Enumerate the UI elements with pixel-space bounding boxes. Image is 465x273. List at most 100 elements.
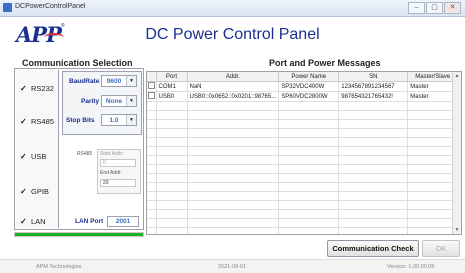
ok-button[interactable]: OK: [422, 240, 460, 257]
empty-cell: [407, 146, 459, 156]
empty-cell: [187, 119, 280, 129]
addr-cell: NaN: [187, 81, 280, 92]
row-checkbox[interactable]: [147, 92, 155, 99]
column-header-port[interactable]: Port: [156, 72, 188, 82]
empty-table-row: [147, 110, 459, 120]
empty-cell: [147, 110, 157, 120]
scroll-down-icon[interactable]: ▼: [453, 226, 461, 234]
master-slave-cell: Master: [407, 91, 459, 102]
empty-cell: [278, 137, 340, 147]
empty-cell: [278, 110, 340, 120]
rs232-option[interactable]: ✓ RS232: [20, 84, 54, 93]
window-title-bar: DCPowerControlPanel – ▢ ✕: [0, 0, 465, 17]
empty-table-row: [147, 164, 459, 174]
baudrate-select[interactable]: 9600 ▼: [101, 75, 137, 87]
communication-panel: ✓ RS232 ✓ RS485 ✓ USB ✓ GPIB ✓ LAN BaudR…: [14, 68, 144, 230]
column-header-power-name[interactable]: Power Name: [278, 72, 340, 82]
serial-settings-box: BaudRate 9600 ▼ Parity None ▼ Stop Bits …: [62, 71, 142, 135]
empty-cell: [147, 146, 157, 156]
empty-cell: [407, 227, 459, 234]
empty-cell: [338, 200, 409, 210]
empty-cell: [338, 218, 409, 228]
empty-cell: [407, 182, 459, 192]
lan-port-input[interactable]: 2001: [107, 216, 139, 227]
empty-table-row: [147, 182, 459, 192]
empty-cell: [147, 128, 157, 138]
table-scrollbar[interactable]: ▲ ▼: [452, 72, 461, 234]
empty-table-row: [147, 200, 459, 210]
table-row[interactable]: COM1 NaN SP32VDC400W 1234567891234567 Master: [147, 81, 459, 92]
empty-cell: [407, 209, 459, 219]
rs485-address-box: Start Addr: 0 End Addr: 20: [97, 149, 141, 194]
empty-cell: [187, 155, 280, 165]
empty-cell: [187, 191, 280, 201]
empty-cell: [147, 182, 157, 192]
empty-cell: [156, 110, 188, 120]
close-button[interactable]: ✕: [444, 2, 461, 14]
lan-option[interactable]: ✓ LAN: [20, 217, 46, 226]
maximize-button[interactable]: ▢: [426, 2, 443, 14]
empty-cell: [147, 191, 157, 201]
empty-cell: [407, 137, 459, 147]
empty-table-row: [147, 155, 459, 165]
minimize-button[interactable]: –: [408, 2, 425, 14]
table-row[interactable]: USB0 USB0::0x0652::0x0201::98765... SP60VD…: [147, 91, 459, 102]
empty-cell: [187, 137, 280, 147]
check-icon: ✓: [20, 117, 27, 126]
empty-cell: [278, 173, 340, 183]
footer-company: APM Technologies: [36, 264, 82, 270]
empty-cell: [407, 155, 459, 165]
progress-fill: [15, 233, 143, 236]
column-header-addr[interactable]: Addr.: [187, 72, 280, 82]
empty-cell: [338, 191, 409, 201]
parity-select[interactable]: None ▼: [101, 95, 137, 107]
empty-table-row: [147, 218, 459, 228]
empty-cell: [407, 200, 459, 210]
row-select[interactable]: [147, 91, 157, 102]
empty-table-row: [147, 119, 459, 129]
empty-cell: [156, 137, 188, 147]
empty-cell: [147, 209, 157, 219]
empty-cell: [278, 182, 340, 192]
rs485-option[interactable]: ✓ RS485: [20, 117, 54, 126]
communication-section-title: Communication Selection: [22, 58, 133, 68]
end-address-input[interactable]: 20: [100, 179, 136, 187]
scroll-up-icon[interactable]: ▲: [453, 72, 461, 80]
empty-cell: [187, 110, 280, 120]
empty-cell: [338, 227, 409, 234]
empty-cell: [278, 146, 340, 156]
empty-cell: [407, 218, 459, 228]
empty-cell: [338, 173, 409, 183]
empty-cell: [338, 164, 409, 174]
empty-cell: [156, 101, 188, 111]
column-header-sn[interactable]: SN: [338, 72, 409, 82]
empty-cell: [147, 164, 157, 174]
column-header-master-slave[interactable]: Master/Slave: [407, 72, 459, 82]
empty-cell: [187, 101, 280, 111]
empty-cell: [407, 101, 459, 111]
empty-cell: [156, 173, 188, 183]
empty-cell: [407, 164, 459, 174]
empty-cell: [278, 218, 340, 228]
row-checkbox[interactable]: [147, 82, 155, 89]
empty-cell: [187, 200, 280, 210]
interface-checklist: ✓ RS232 ✓ RS485 ✓ USB ✓ GPIB ✓ LAN: [16, 70, 59, 228]
communication-check-button[interactable]: Communication Check: [327, 240, 419, 257]
footer-version: Version: 1.00.00.05: [387, 264, 435, 270]
empty-cell: [407, 173, 459, 183]
row-select[interactable]: [147, 81, 157, 92]
port-cell: COM1: [156, 81, 188, 92]
empty-cell: [147, 155, 157, 165]
start-address-input[interactable]: 0: [100, 159, 136, 167]
port-cell: USB0: [156, 91, 188, 102]
empty-cell: [187, 209, 280, 219]
empty-cell: [187, 128, 280, 138]
baudrate-value: 9600: [106, 78, 122, 85]
empty-cell: [187, 173, 280, 183]
empty-cell: [407, 110, 459, 120]
gpib-option[interactable]: ✓ GPIB: [20, 187, 49, 196]
usb-option[interactable]: ✓ USB: [20, 152, 46, 161]
sn-cell: 1234567891234567: [338, 81, 409, 92]
window-title: DCPowerControlPanel: [15, 3, 86, 10]
stopbits-select[interactable]: 1.0 ▼: [101, 114, 137, 126]
